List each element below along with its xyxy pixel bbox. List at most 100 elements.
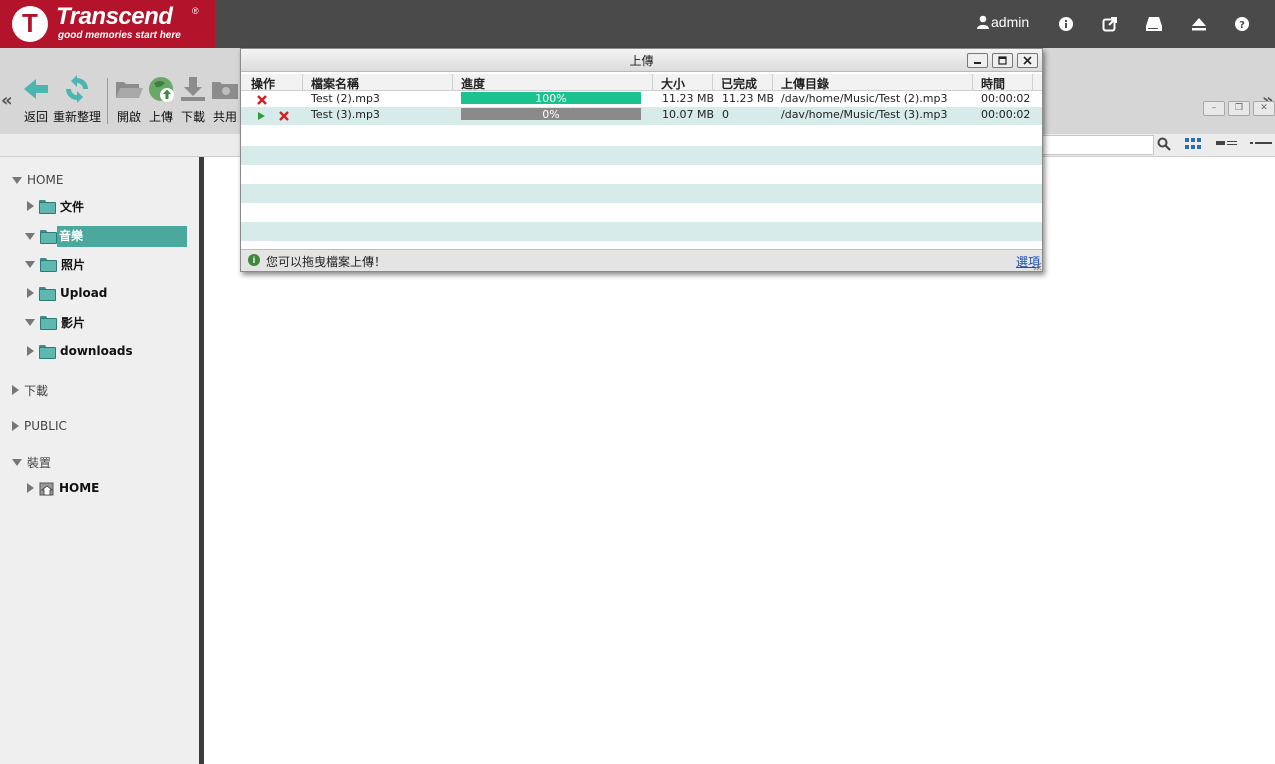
detail-view-icon[interactable] bbox=[1216, 137, 1238, 151]
upload-completed: 0 bbox=[722, 108, 729, 121]
cancel-upload-icon[interactable] bbox=[257, 95, 267, 105]
top-header: Transcend ® good memories start here adm… bbox=[0, 0, 1275, 48]
drag-drop-hint: 您可以拖曳檔案上傳！ bbox=[266, 255, 387, 269]
tree-label: 文件 bbox=[60, 199, 85, 214]
tree-node-devices[interactable]: 裝置 bbox=[12, 452, 51, 472]
dialog-minimize-button[interactable] bbox=[967, 53, 988, 68]
dialog-close-button[interactable] bbox=[1017, 53, 1038, 68]
empty-row bbox=[241, 146, 1042, 165]
expanded-arrow-icon[interactable] bbox=[25, 260, 35, 268]
refresh-icon bbox=[66, 75, 88, 103]
empty-row bbox=[241, 222, 1042, 241]
tree-node-device-home[interactable]: HOME bbox=[25, 478, 99, 498]
sidebar-splitter[interactable] bbox=[199, 157, 204, 764]
main-restore-button[interactable]: ❐ bbox=[1228, 101, 1250, 116]
svg-text:?: ? bbox=[1239, 20, 1245, 31]
registered-mark: ® bbox=[192, 6, 199, 16]
tree-node-home[interactable]: HOME bbox=[12, 170, 63, 190]
column-divider bbox=[652, 74, 653, 90]
tree-label: Upload bbox=[60, 286, 108, 300]
expanded-arrow-icon[interactable] bbox=[25, 232, 35, 240]
grid-view-icon[interactable] bbox=[1185, 137, 1201, 151]
upload-dialog: 上傳 操作 檔案名稱 進度 大小 已完成 上傳目錄 時間 Test (2).mp… bbox=[240, 48, 1043, 272]
search-input[interactable] bbox=[1042, 135, 1154, 155]
username: admin bbox=[991, 14, 1030, 30]
collapsed-arrow-icon[interactable] bbox=[27, 346, 34, 356]
external-link-icon[interactable] bbox=[1100, 14, 1120, 34]
tree-label: 照片 bbox=[61, 257, 86, 272]
cancel-upload-icon[interactable] bbox=[279, 111, 289, 121]
resize-grip-icon[interactable] bbox=[1032, 261, 1042, 271]
column-divider bbox=[302, 74, 303, 90]
upload-completed: 11.23 MB bbox=[722, 92, 775, 105]
collapsed-arrow-icon[interactable] bbox=[12, 421, 19, 431]
share-button[interactable]: 共用 bbox=[208, 74, 242, 125]
dialog-titlebar[interactable]: 上傳 bbox=[241, 49, 1042, 72]
drive-icon[interactable] bbox=[1144, 14, 1164, 34]
toolbar-divider bbox=[107, 78, 108, 124]
tree-node-downloads-folder[interactable]: downloads bbox=[25, 341, 133, 361]
help-icon[interactable]: ? bbox=[1232, 14, 1252, 34]
tree-label-selected: 音樂 bbox=[57, 225, 187, 247]
dialog-maximize-button[interactable] bbox=[992, 53, 1013, 68]
expanded-arrow-icon[interactable] bbox=[12, 458, 22, 466]
play-icon[interactable] bbox=[257, 111, 266, 121]
collapsed-arrow-icon[interactable] bbox=[27, 201, 34, 211]
upload-filename: Test (3).mp3 bbox=[311, 108, 380, 121]
tree-node-public[interactable]: PUBLIC bbox=[10, 416, 67, 436]
column-divider bbox=[972, 74, 973, 90]
share-label: 共用 bbox=[212, 110, 237, 124]
upload-time: 00:00:02 bbox=[981, 108, 1031, 121]
dialog-footer: i 您可以拖曳檔案上傳！ 選項 bbox=[241, 249, 1042, 271]
tree-label: downloads bbox=[60, 344, 133, 358]
back-button[interactable]: 返回 bbox=[19, 74, 53, 125]
collapsed-arrow-icon[interactable] bbox=[27, 483, 34, 493]
toolbar-prev-button[interactable]: « bbox=[1, 90, 13, 111]
folder-icon bbox=[40, 257, 57, 272]
main-minimize-button[interactable]: – bbox=[1203, 101, 1225, 116]
refresh-button[interactable]: 重新整理 bbox=[53, 74, 101, 125]
tree-node-upload[interactable]: Upload bbox=[25, 283, 107, 303]
tree-node-documents[interactable]: 文件 bbox=[25, 196, 84, 216]
upload-size: 10.07 MB bbox=[662, 108, 715, 121]
brand-name: Transcend bbox=[56, 3, 173, 30]
download-icon bbox=[181, 77, 205, 101]
download-button[interactable]: 下載 bbox=[176, 74, 210, 125]
tree-node-videos[interactable]: 影片 bbox=[25, 312, 85, 332]
tree-label-downloads: 下載 bbox=[24, 383, 49, 398]
maximize-icon bbox=[998, 56, 1007, 65]
collapsed-arrow-icon[interactable] bbox=[12, 385, 19, 395]
collapsed-arrow-icon[interactable] bbox=[27, 288, 34, 298]
column-divider bbox=[1032, 74, 1033, 90]
eject-icon[interactable] bbox=[1189, 14, 1209, 34]
tree-node-downloads[interactable]: 下載 bbox=[10, 380, 48, 400]
upload-label: 上傳 bbox=[148, 110, 173, 124]
share-folder-icon bbox=[212, 82, 238, 99]
back-label: 返回 bbox=[23, 110, 48, 124]
user-menu[interactable]: admin bbox=[976, 14, 1029, 30]
folder-icon bbox=[40, 315, 57, 330]
upload-filename: Test (2).mp3 bbox=[311, 92, 380, 105]
upload-row: Test (3).mp3 0% 10.07 MB 0 /dav/home/Mus… bbox=[241, 107, 1042, 125]
tree-label: 影片 bbox=[61, 315, 86, 330]
open-button[interactable]: 開啟 bbox=[112, 74, 146, 125]
tree-label-home: HOME bbox=[27, 173, 64, 187]
expanded-arrow-icon[interactable] bbox=[25, 318, 35, 326]
refresh-label: 重新整理 bbox=[52, 110, 101, 124]
minimize-icon bbox=[974, 62, 981, 64]
transcend-logo[interactable]: Transcend ® good memories start here bbox=[0, 0, 215, 48]
expanded-arrow-icon[interactable] bbox=[12, 176, 22, 184]
search-icon[interactable] bbox=[1157, 137, 1171, 151]
main-close-button[interactable]: ✕ bbox=[1253, 101, 1275, 116]
tree-label-devices: 裝置 bbox=[27, 455, 52, 470]
upload-table-header: 操作 檔案名稱 進度 大小 已完成 上傳目錄 時間 bbox=[241, 74, 1042, 91]
upload-size: 11.23 MB bbox=[662, 92, 715, 105]
upload-button[interactable]: 上傳 bbox=[144, 74, 178, 125]
tree-node-music[interactable]: 音樂 bbox=[25, 225, 187, 247]
list-view-icon[interactable] bbox=[1250, 137, 1272, 151]
brand-tagline: good memories start here bbox=[58, 30, 181, 41]
info-icon[interactable] bbox=[1056, 14, 1076, 34]
tree-node-photos[interactable]: 照片 bbox=[25, 254, 85, 274]
column-divider bbox=[452, 74, 453, 90]
info-icon: i bbox=[248, 254, 260, 266]
